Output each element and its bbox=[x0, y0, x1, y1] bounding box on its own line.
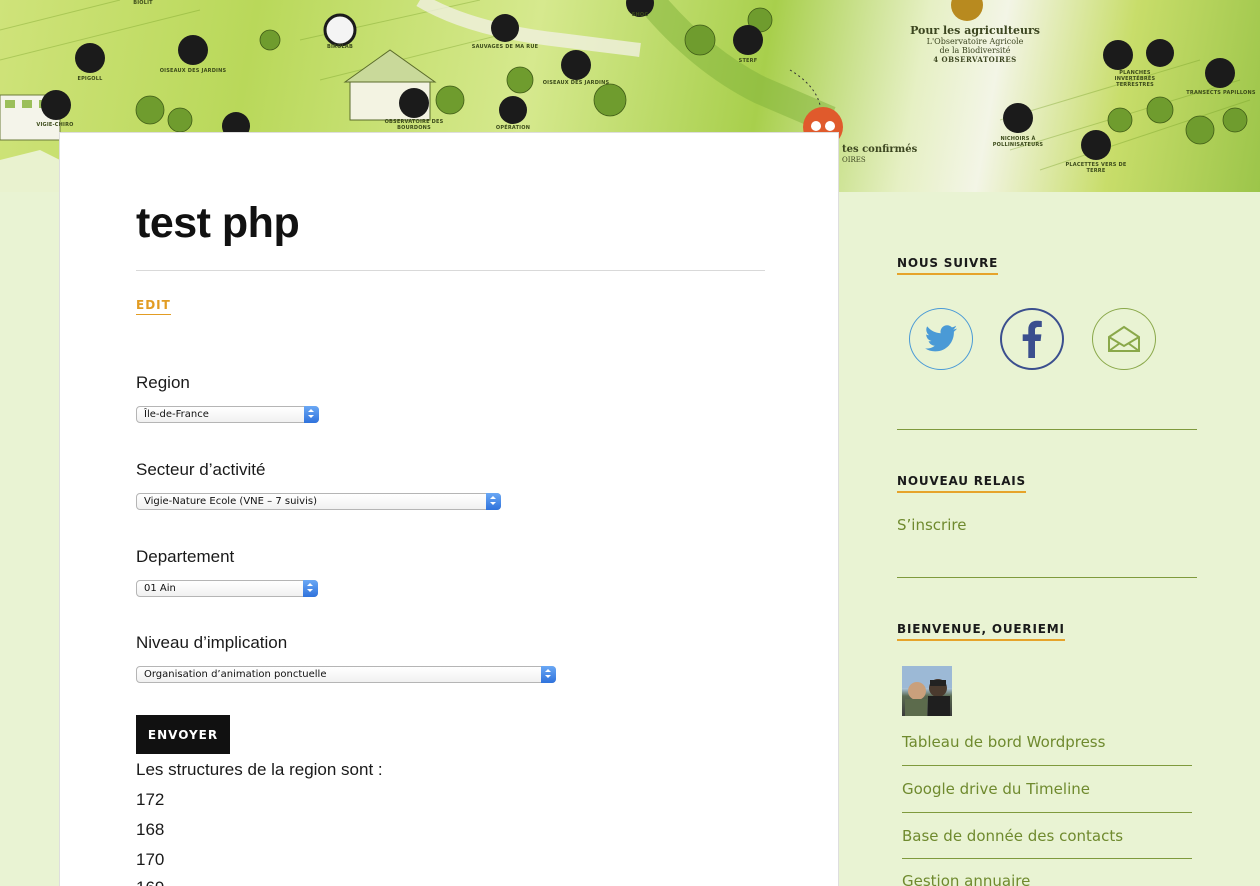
welcome-heading: BIENVENUE, OUERIEMI bbox=[897, 622, 1065, 641]
select-arrows-icon bbox=[304, 406, 319, 423]
select-arrows-icon bbox=[541, 666, 556, 683]
relay-heading: NOUVEAU RELAIS bbox=[897, 474, 1026, 493]
region-select[interactable]: Île-de-France bbox=[136, 406, 319, 423]
banner-label: TRANSECTS PAPILLONS bbox=[1186, 90, 1256, 96]
twitter-button[interactable] bbox=[909, 308, 973, 370]
banner-subtitle-line: L'Observatoire Agricole bbox=[926, 37, 1024, 46]
menu-link-dashboard[interactable]: Tableau de bord Wordpress bbox=[902, 733, 1105, 751]
twitter-icon bbox=[925, 325, 958, 352]
departement-label: Departement bbox=[136, 547, 235, 566]
banner-count-line: 4 OBSERVATOIRES bbox=[933, 55, 1017, 64]
niveau-select[interactable]: Organisation d’animation ponctuelle bbox=[136, 666, 556, 683]
banner-label: OBSERVATOIRE DES BOURDONS bbox=[384, 119, 444, 131]
banner-label: SAUVAGES DE MA RUE bbox=[471, 44, 539, 50]
content-card: test php EDIT Region Île-de-France Secte… bbox=[59, 132, 839, 886]
banner-title: Pour les agriculteurs L'Observatoire Agr… bbox=[895, 24, 1055, 64]
menu-link-contacts-db[interactable]: Base de donnée des contacts bbox=[902, 827, 1123, 845]
secteur-select[interactable]: Vigie-Nature Ecole (VNE – 7 suivis) bbox=[136, 493, 501, 510]
signup-link[interactable]: S’inscrire bbox=[897, 516, 966, 534]
secteur-label: Secteur d’activité bbox=[136, 460, 266, 479]
divider bbox=[902, 858, 1192, 859]
avatar[interactable] bbox=[902, 666, 952, 716]
banner-label: EPIGOLL bbox=[77, 76, 103, 82]
result-item: 168 bbox=[136, 820, 165, 839]
banner-label: OISEAUX DES JARDINS bbox=[159, 68, 227, 74]
niveau-select-value: Organisation d’animation ponctuelle bbox=[144, 669, 327, 680]
banner-label: BIROLAB bbox=[326, 44, 354, 50]
banner-title-line: Pour les agriculteurs bbox=[910, 24, 1040, 37]
divider bbox=[897, 429, 1197, 430]
divider bbox=[136, 270, 765, 271]
submit-button[interactable]: ENVOYER bbox=[136, 715, 230, 754]
facebook-icon bbox=[1022, 320, 1042, 358]
banner-label: VIGIE-CHIRO bbox=[36, 122, 74, 128]
menu-link-google-drive[interactable]: Google drive du Timeline bbox=[902, 780, 1090, 798]
region-select-value: Île-de-France bbox=[144, 409, 209, 420]
results-heading: Les structures de la region sont : bbox=[136, 760, 383, 779]
follow-heading: NOUS SUIVRE bbox=[897, 256, 999, 275]
banner-subtitle-line: de la Biodiversité bbox=[939, 46, 1011, 55]
banner-label: STERF bbox=[738, 58, 758, 64]
banner-label: OISEAUX DES JARDINS bbox=[542, 80, 610, 86]
menu-link-directory[interactable]: Gestion annuaire bbox=[902, 872, 1030, 886]
result-item: 169 bbox=[136, 878, 164, 886]
edit-link[interactable]: EDIT bbox=[136, 298, 171, 315]
divider bbox=[902, 765, 1192, 766]
select-arrows-icon bbox=[486, 493, 501, 510]
divider bbox=[897, 577, 1197, 578]
banner-label: PLANCHES INVERTÉBRÉS TERRESTRES bbox=[1114, 70, 1156, 88]
departement-select-value: 01 Ain bbox=[144, 583, 176, 594]
facebook-button[interactable] bbox=[1000, 308, 1064, 370]
departement-select[interactable]: 01 Ain bbox=[136, 580, 318, 597]
region-label: Region bbox=[136, 373, 190, 392]
secteur-select-value: Vigie-Nature Ecole (VNE – 7 suivis) bbox=[144, 496, 317, 507]
banner-label: SHOC bbox=[631, 12, 649, 18]
banner-label: OPÉRATION bbox=[495, 125, 531, 131]
banner-label: PLACETTES VERS DE TERRE bbox=[1065, 162, 1127, 174]
select-arrows-icon bbox=[303, 580, 318, 597]
banner-label: NICHOIRS À POLLINISATEURS bbox=[992, 136, 1044, 148]
page-title: test php bbox=[136, 199, 300, 247]
result-item: 170 bbox=[136, 850, 165, 869]
banner-confirmed-subtext: OIRES bbox=[842, 156, 866, 164]
avatar-photo bbox=[902, 666, 952, 716]
mail-icon bbox=[1108, 325, 1140, 352]
banner-label: BIOLIT bbox=[133, 0, 153, 6]
banner-confirmed-text: tes confirmés bbox=[842, 144, 918, 155]
email-button[interactable] bbox=[1092, 308, 1156, 370]
niveau-label: Niveau d’implication bbox=[136, 633, 288, 652]
divider bbox=[902, 812, 1192, 813]
result-item: 172 bbox=[136, 790, 165, 809]
